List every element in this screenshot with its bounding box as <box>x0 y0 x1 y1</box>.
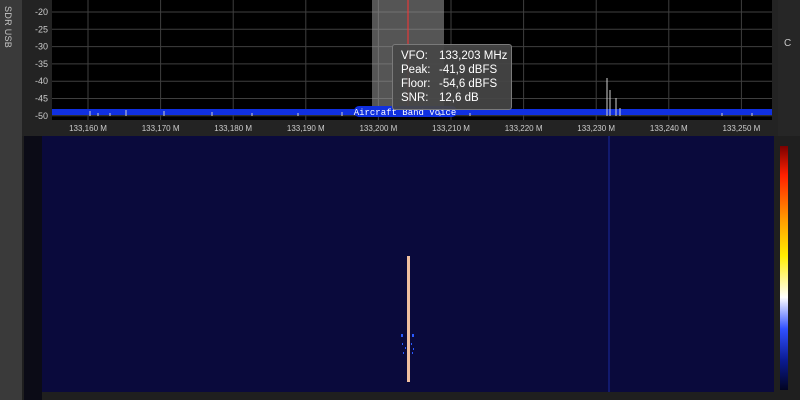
signal-info-tooltip: VFO: 133,203 MHz Peak: -41,9 dBFS Floor: -5… <box>392 44 512 110</box>
y-tick-label: -20 <box>35 7 48 17</box>
vfo-label: VFO: <box>401 50 428 62</box>
floor-value: -54,6 dBFS <box>439 78 498 90</box>
sdr-usb-tab-label: SDR USB <box>3 6 13 49</box>
waterfall-display[interactable] <box>22 136 800 400</box>
y-tick-label: -40 <box>35 76 48 86</box>
x-tick-label: 133,190 M <box>287 124 325 133</box>
y-tick-label: -45 <box>35 94 48 104</box>
snr-label: SNR: <box>401 92 429 104</box>
waterfall-signal-trace <box>407 256 410 382</box>
waterfall-left-margin <box>24 136 42 400</box>
x-tick-label: 133,170 M <box>142 124 180 133</box>
peak-label: Peak: <box>401 64 431 76</box>
x-tick-label: 133,160 M <box>69 124 107 133</box>
x-tick-label: 133,180 M <box>214 124 252 133</box>
y-tick-label: -25 <box>35 24 48 34</box>
snr-value: 12,6 dB <box>439 92 479 104</box>
waterfall-color-scale <box>780 146 788 390</box>
x-tick-label: 133,250 M <box>722 124 760 133</box>
x-tick-label: 133,220 M <box>505 124 543 133</box>
vfo-value: 133,203 MHz <box>439 50 508 62</box>
peak-value: -41,9 dBFS <box>439 64 498 76</box>
x-tick-label: 133,210 M <box>432 124 470 133</box>
sdr-usb-tab[interactable]: SDR USB <box>0 0 23 400</box>
floor-label: Floor: <box>401 78 431 90</box>
right-panel-label: C <box>784 38 792 49</box>
y-tick-label: -50 <box>35 111 48 121</box>
y-tick-label: -35 <box>35 59 48 69</box>
x-tick-label: 133,230 M <box>577 124 615 133</box>
x-tick-label: 133,200 M <box>359 124 397 133</box>
x-tick-label: 133,240 M <box>650 124 688 133</box>
y-tick-label: -30 <box>35 42 48 52</box>
